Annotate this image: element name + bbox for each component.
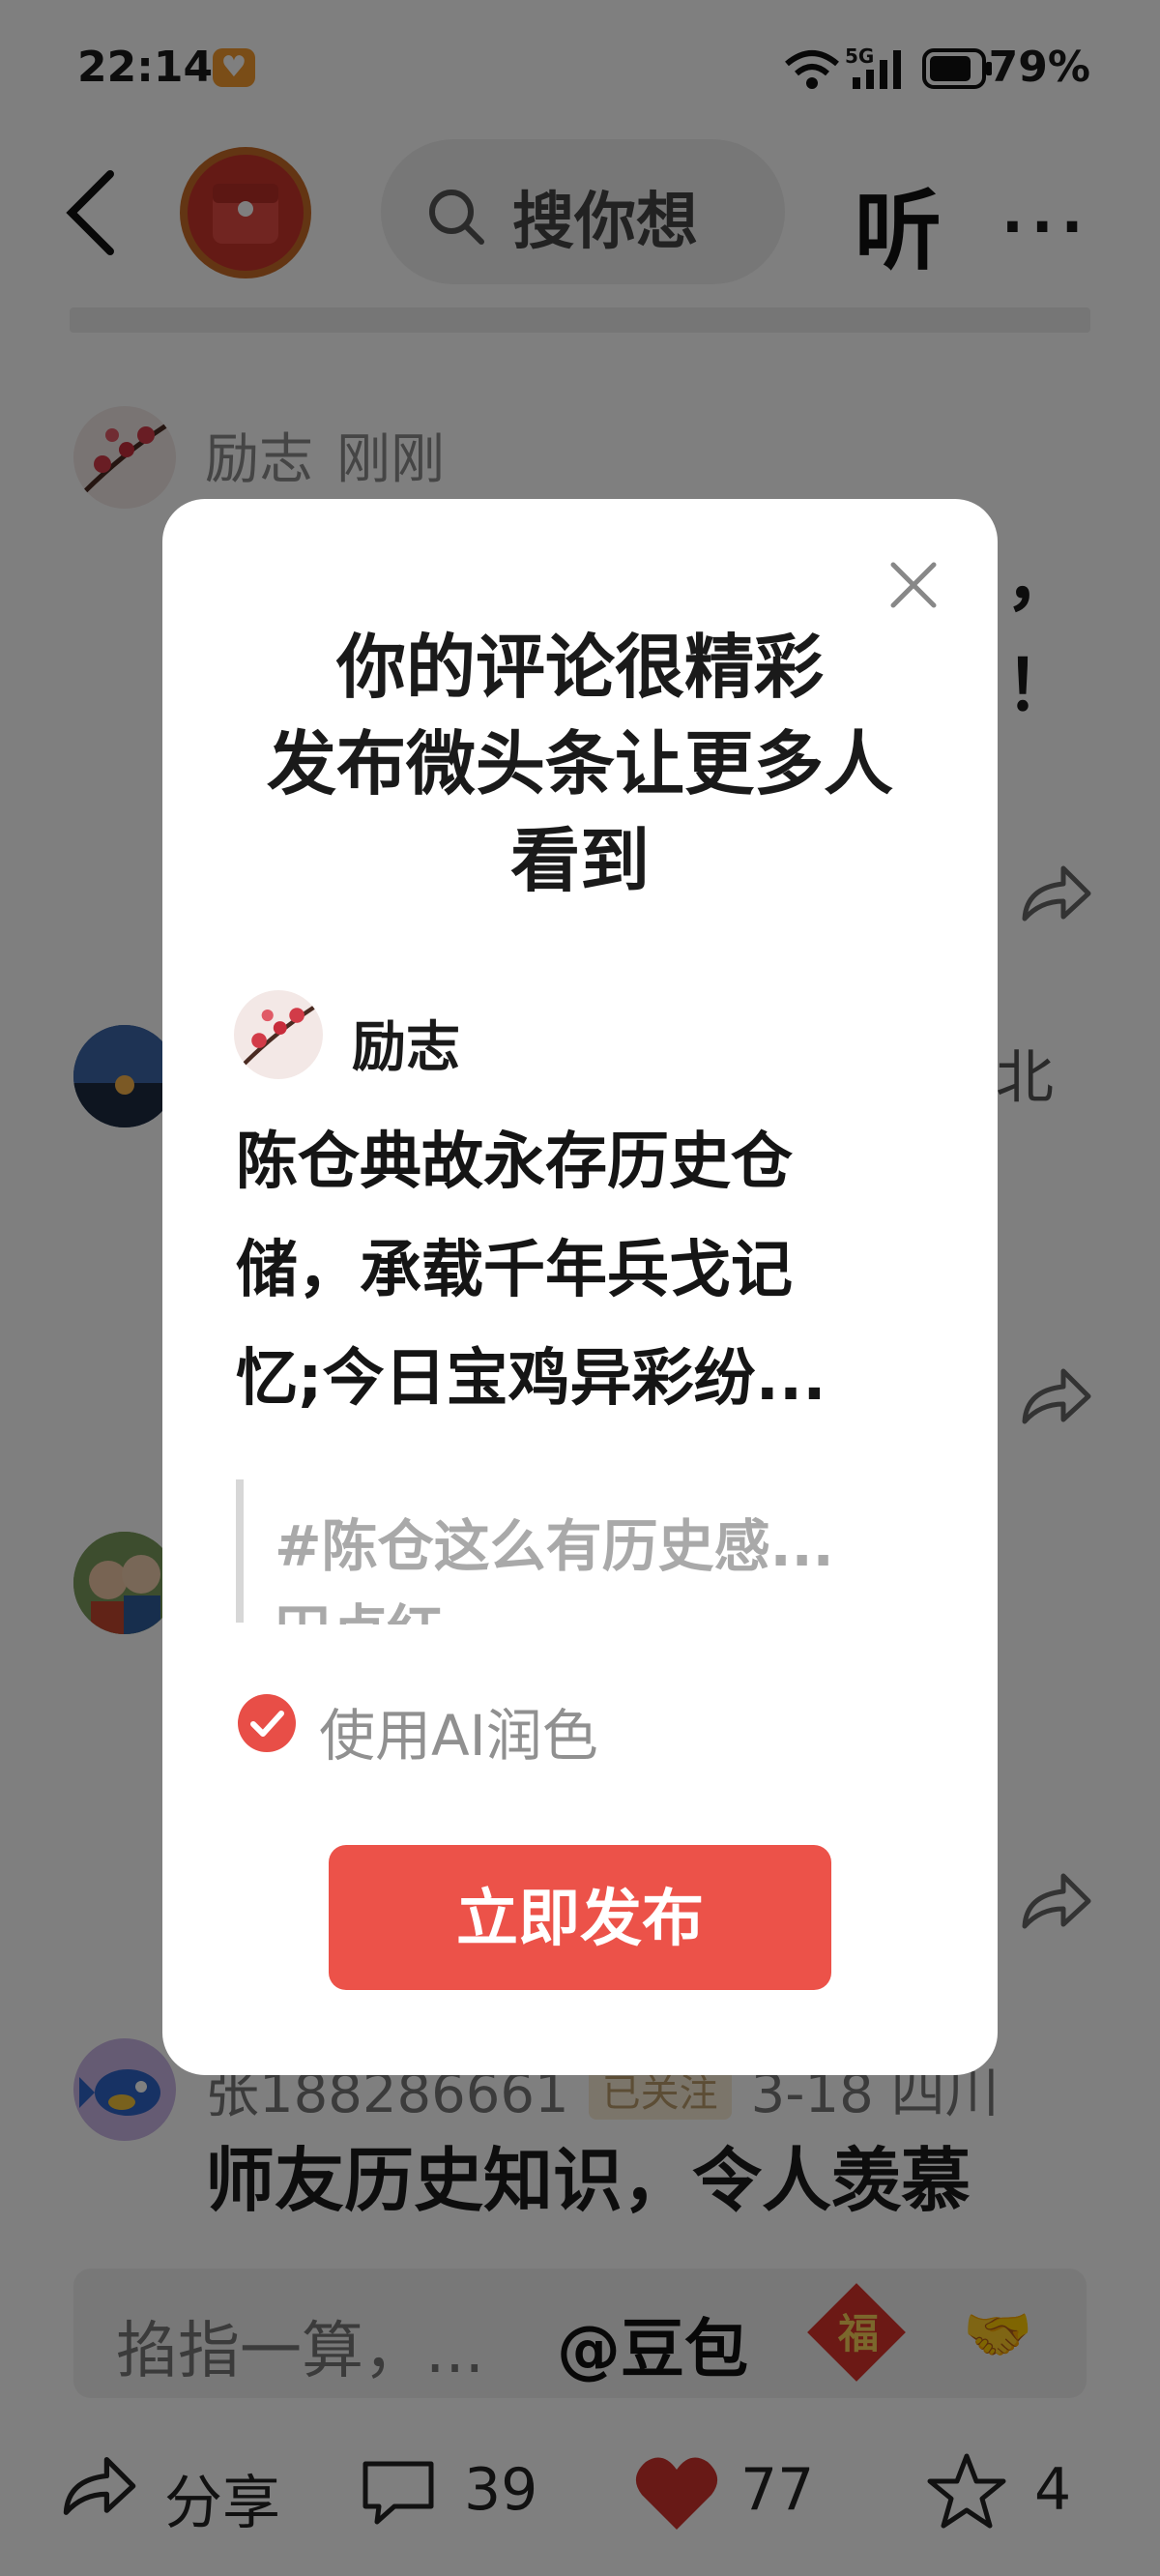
dialog-title-line: 看到 [509,820,650,901]
quoted-topic: #陈仓这么有历史感... [275,1513,834,1579]
close-icon[interactable] [887,559,940,611]
check-icon [250,1711,284,1737]
publish-now-button[interactable]: 立即发布 [329,1845,831,1990]
post-preview-line: 储，承载千年兵戈记 [236,1235,793,1306]
ai-polish-label[interactable]: 使用AI润色 [319,1690,598,1771]
author-name: 励志 [352,1016,460,1079]
quoted-topic-author-text: 田卢红 [275,1598,443,1625]
dialog-title: 你的评论很精彩 发布微头条让更多人 看到 [162,619,998,909]
quote-bar [236,1479,244,1623]
post-preview-text: 陈仓典故永存历史仓 储，承载千年兵戈记 忆;今日宝鸡异彩纷... [236,1108,951,1433]
author-avatar [234,990,323,1079]
ai-polish-checkbox[interactable] [238,1694,296,1752]
post-preview-line: 陈仓典故永存历史仓 [236,1127,793,1198]
dialog-title-line: 发布微头条让更多人 [266,723,893,805]
status-bar-dim [0,0,1160,116]
post-preview-line: 忆;今日宝鸡异彩纷... [236,1343,826,1415]
plum-blossom-icon [241,1005,316,1068]
dialog-title-line: 你的评论很精彩 [335,627,824,708]
quoted-topic-author: 田卢红 [275,1586,942,1625]
